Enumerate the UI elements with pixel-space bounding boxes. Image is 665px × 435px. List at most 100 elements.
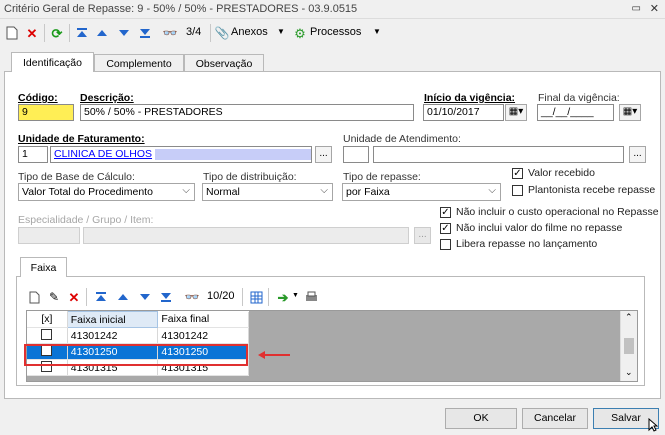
faixa-print-icon[interactable]	[303, 289, 319, 305]
faixa-inicial-cell: 41301250	[67, 343, 159, 360]
especialidade-label: Especialidade / Grupo / Item:	[18, 214, 154, 226]
descricao-label: Descrição:	[80, 92, 134, 104]
codigo-input[interactable]: 9	[18, 104, 74, 121]
chevron-down-icon: ⌵	[320, 185, 328, 196]
scroll-down-icon[interactable]: ⌄	[625, 367, 633, 378]
page-indicator: 3/4	[186, 26, 202, 38]
unidade-atendimento-label: Unidade de Atendimento:	[343, 133, 461, 145]
faixa-final-cell: 41301242	[157, 327, 249, 344]
col-select-header[interactable]: [x]	[27, 311, 68, 328]
tab-identificacao[interactable]: Identificação	[11, 52, 94, 72]
tipo-distribuicao-select[interactable]: Normal ⌵	[202, 183, 333, 201]
tab-faixa[interactable]: Faixa	[20, 257, 67, 277]
new-document-icon[interactable]	[4, 25, 20, 41]
faixa-next-icon[interactable]	[137, 289, 153, 305]
valor-filme-label: Não inclui valor do filme no repasse	[456, 222, 623, 234]
ok-button[interactable]: OK	[445, 408, 517, 429]
table-row[interactable]: 41301315 41301315	[27, 359, 249, 376]
faixa-last-icon[interactable]	[158, 289, 174, 305]
custo-operacional-checkbox[interactable]: ✓	[440, 207, 451, 218]
redacted-block	[154, 148, 311, 160]
binoculars-icon[interactable]: 👓	[162, 25, 178, 41]
tipo-base-label: Tipo de Base de Cálculo:	[18, 171, 135, 183]
row-checkbox[interactable]	[41, 328, 53, 340]
faixa-inicial-cell: 41301242	[67, 327, 159, 344]
processos-gear-icon[interactable]: ⚙	[292, 25, 308, 41]
col-faixa-final-header[interactable]: Faixa final	[157, 311, 249, 328]
especialidade-code	[18, 227, 80, 244]
unidade-atendimento-code[interactable]	[343, 146, 369, 163]
refresh-icon[interactable]: ⟳	[49, 25, 65, 41]
custo-operacional-label: Não incluir o custo operacional no Repas…	[456, 206, 659, 218]
valor-recebido-label: Valor recebido	[528, 167, 595, 179]
inicio-vigencia-label: Início da vigência:	[424, 92, 516, 104]
row-checkbox[interactable]	[41, 344, 53, 356]
inicio-calendar-icon[interactable]: ▦▾	[505, 104, 527, 121]
valor-filme-checkbox[interactable]: ✓	[440, 223, 451, 234]
faixa-inicial-cell: 41301315	[67, 359, 159, 376]
faixa-edit-icon[interactable]: ✎	[46, 289, 62, 305]
anexos-button[interactable]: Anexos	[231, 26, 268, 38]
descricao-input[interactable]: 50% / 50% - PRESTADORES	[80, 104, 414, 121]
especialidade-name	[83, 227, 409, 244]
tipo-distribuicao-value: Normal	[206, 186, 240, 198]
paperclip-icon[interactable]: 📎	[214, 25, 230, 41]
plantonista-label: Plantonista recebe repasse	[528, 184, 656, 196]
table-row-selected[interactable]: 41301250 41301250	[27, 343, 249, 360]
faixa-first-icon[interactable]	[93, 289, 109, 305]
faixa-new-icon[interactable]	[26, 289, 42, 305]
codigo-label: Código:	[18, 92, 58, 104]
red-arrow-icon	[256, 349, 292, 364]
tipo-repasse-label: Tipo de repasse:	[343, 171, 421, 183]
tab-observacao[interactable]: Observação	[184, 54, 264, 72]
unidade-faturamento-label: Unidade de Faturamento:	[18, 133, 145, 145]
grid-header: [x] Faixa inicial Faixa final	[27, 311, 249, 328]
next-record-icon[interactable]	[116, 25, 132, 41]
restore-icon[interactable]: ▭	[632, 3, 641, 14]
unidade-atendimento-lookup[interactable]: ...	[629, 146, 646, 163]
window-title: Critério Geral de Repasse: 9 - 50% / 50%…	[4, 3, 358, 15]
final-vigencia-label: Final da vigência:	[538, 92, 620, 104]
libera-repasse-label: Libera repasse no lançamento	[456, 238, 598, 250]
cancel-button[interactable]: Cancelar	[522, 408, 588, 429]
faixa-export-dropdown-icon[interactable]: ▼	[292, 292, 299, 299]
faixa-previous-icon[interactable]	[115, 289, 131, 305]
tipo-base-value: Valor Total do Procedimento	[22, 186, 153, 198]
anexos-dropdown-icon[interactable]: ▼	[277, 27, 285, 36]
tipo-base-select[interactable]: Valor Total do Procedimento ⌵	[18, 183, 195, 201]
col-faixa-inicial-header[interactable]: Faixa inicial	[66, 311, 159, 328]
last-record-icon[interactable]	[137, 25, 153, 41]
tab-complemento[interactable]: Complemento	[94, 54, 184, 72]
processos-button[interactable]: Processos	[310, 26, 361, 38]
faixa-grid: [x] Faixa inicial Faixa final 41301242 4…	[26, 310, 638, 382]
scroll-up-icon[interactable]: ⌃	[625, 312, 633, 323]
chevron-down-icon: ⌵	[488, 185, 496, 196]
delete-icon[interactable]: ✕	[24, 25, 40, 41]
final-vigencia-input[interactable]: __/__/____	[537, 104, 614, 121]
unidade-faturamento-lookup[interactable]: ...	[315, 146, 332, 163]
first-record-icon[interactable]	[74, 25, 90, 41]
processos-dropdown-icon[interactable]: ▼	[373, 27, 381, 36]
faixa-grid-icon[interactable]	[248, 289, 264, 305]
row-checkbox[interactable]	[41, 360, 53, 372]
inicio-vigencia-input[interactable]: 01/10/2017	[423, 104, 504, 121]
grid-scrollbar[interactable]: ⌃ ⌄	[620, 311, 637, 381]
valor-recebido-checkbox[interactable]: ✓	[512, 168, 523, 179]
unidade-faturamento-link[interactable]: CLINICA DE OLHOS	[54, 148, 152, 160]
faixa-binoculars-icon[interactable]: 👓	[184, 289, 200, 305]
unidade-faturamento-code[interactable]: 1	[18, 146, 48, 163]
table-row[interactable]: 41301242 41301242	[27, 327, 249, 344]
previous-record-icon[interactable]	[94, 25, 110, 41]
plantonista-checkbox[interactable]	[512, 185, 523, 196]
faixa-export-icon[interactable]: ➔	[275, 289, 291, 305]
final-calendar-icon[interactable]: ▦▾	[619, 104, 641, 121]
scroll-thumb[interactable]	[624, 338, 634, 354]
faixa-delete-icon[interactable]: ✕	[66, 289, 82, 305]
tipo-repasse-select[interactable]: por Faixa ⌵	[342, 183, 501, 201]
unidade-atendimento-name[interactable]	[373, 146, 624, 163]
mouse-cursor-icon	[648, 417, 659, 435]
faixa-final-cell: 41301250	[157, 343, 249, 360]
libera-repasse-checkbox[interactable]	[440, 239, 451, 250]
unidade-faturamento-name[interactable]: CLINICA DE OLHOS	[50, 146, 312, 163]
close-window-icon[interactable]: ✕	[650, 2, 659, 15]
